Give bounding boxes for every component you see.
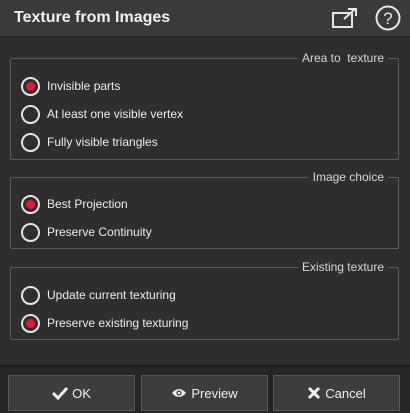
radio-label: Best Projection — [47, 197, 128, 211]
ok-button-label: OK — [72, 385, 91, 401]
radio-label: Fully visible triangles — [47, 135, 158, 149]
radio-label: Preserve Continuity — [47, 225, 152, 239]
radio-update-current-texturing[interactable]: Update current texturing — [21, 285, 176, 305]
radio-at-least-one-visible-vertex[interactable]: At least one visible vertex — [21, 104, 183, 124]
eye-icon — [171, 387, 187, 399]
cancel-button-label: Cancel — [325, 385, 366, 401]
help-icon[interactable]: ? — [375, 5, 401, 31]
radio-button[interactable] — [21, 222, 40, 242]
radio-button[interactable] — [21, 104, 40, 124]
checkmark-icon — [52, 386, 69, 400]
radio-preserve-existing-texturing[interactable]: Preserve existing texturing — [21, 313, 188, 333]
existing-texture-legend: Existing texture — [297, 260, 388, 275]
dialog-footer: OK Preview Cancel — [0, 365, 410, 413]
preview-button-label: Preview — [191, 385, 238, 401]
radio-label: Invisible parts — [47, 79, 121, 93]
undock-icon[interactable] — [332, 7, 358, 29]
radio-fully-visible-triangles[interactable]: Fully visible triangles — [21, 132, 158, 152]
existing-texture-group: Existing texture Update current texturin… — [10, 260, 399, 340]
area-to-texture-legend: Area to texture — [297, 51, 388, 66]
close-icon — [307, 386, 321, 400]
radio-preserve-continuity[interactable]: Preserve Continuity — [21, 222, 152, 242]
radio-label: At least one visible vertex — [47, 107, 184, 121]
ok-button[interactable]: OK — [8, 375, 135, 411]
cancel-button[interactable]: Cancel — [273, 375, 400, 411]
radio-button[interactable] — [21, 76, 40, 96]
image-choice-group: Image choice Best Projection Preserve Co… — [10, 170, 399, 249]
preview-button[interactable]: Preview — [141, 375, 268, 411]
radio-button[interactable] — [21, 194, 40, 214]
radio-button[interactable] — [21, 285, 40, 305]
dialog-header: Texture from Images ? — [0, 0, 410, 37]
radio-button[interactable] — [21, 313, 40, 333]
dialog-title: Texture from Images — [14, 9, 171, 26]
image-choice-legend: Image choice — [308, 170, 388, 185]
radio-invisible-parts[interactable]: Invisible parts — [21, 76, 120, 96]
svg-text:?: ? — [383, 9, 392, 28]
area-to-texture-group: Area to texture Invisible parts At least… — [10, 51, 399, 160]
radio-button[interactable] — [21, 132, 40, 152]
radio-label: Preserve existing texturing — [47, 316, 189, 330]
radio-label: Update current texturing — [47, 288, 176, 302]
radio-best-projection[interactable]: Best Projection — [21, 194, 128, 214]
